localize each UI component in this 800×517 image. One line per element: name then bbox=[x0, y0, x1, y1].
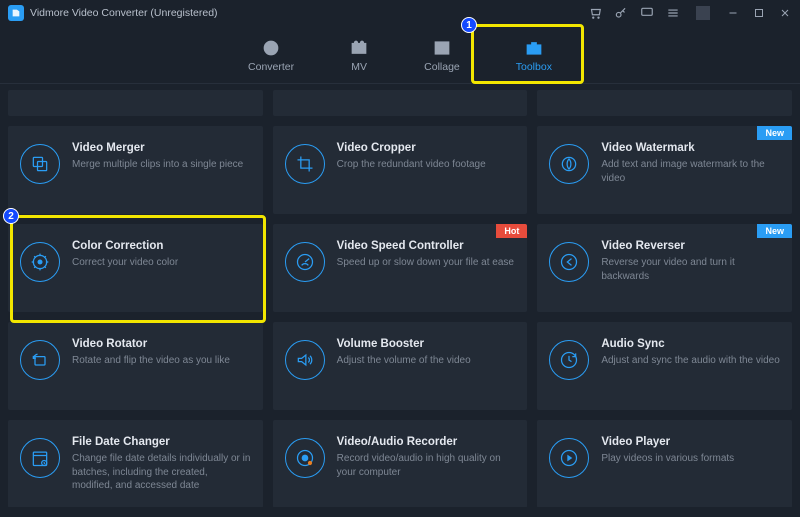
tool-card-player[interactable]: Video Player Play videos in various form… bbox=[537, 420, 792, 507]
tab-label: Toolbox bbox=[516, 61, 552, 73]
tool-card-reverser[interactable]: New Video Reverser Reverse your video an… bbox=[537, 224, 792, 312]
sync-icon bbox=[549, 340, 589, 380]
player-icon bbox=[549, 438, 589, 478]
tool-card-color[interactable]: Color Correction Correct your video colo… bbox=[8, 224, 263, 312]
window-maximize-icon[interactable] bbox=[752, 6, 766, 20]
app-title: Vidmore Video Converter (Unregistered) bbox=[30, 7, 218, 19]
tool-desc: Change file date details individually or… bbox=[72, 452, 251, 493]
tool-card-cropper[interactable]: Video Cropper Crop the redundant video f… bbox=[273, 126, 528, 214]
recorder-icon bbox=[285, 438, 325, 478]
tool-desc: Crop the redundant video footage bbox=[337, 158, 516, 172]
tool-title: Color Correction bbox=[72, 240, 251, 252]
tool-card-volume[interactable]: Volume Booster Adjust the volume of the … bbox=[273, 322, 528, 410]
volume-icon bbox=[285, 340, 325, 380]
tool-title: Video Rotator bbox=[72, 338, 251, 350]
tool-desc: Play videos in various formats bbox=[601, 452, 780, 466]
tool-title: Volume Booster bbox=[337, 338, 516, 350]
merger-icon bbox=[20, 144, 60, 184]
date-icon bbox=[20, 438, 60, 478]
tool-title: Video Reverser bbox=[601, 240, 780, 252]
tool-desc: Adjust and sync the audio with the video bbox=[601, 354, 780, 368]
tool-desc: Reverse your video and turn it backwards bbox=[601, 256, 780, 283]
tool-title: Video Player bbox=[601, 436, 780, 448]
tool-title: Audio Sync bbox=[601, 338, 780, 350]
tool-card-speed[interactable]: Hot Video Speed Controller Speed up or s… bbox=[273, 224, 528, 312]
badge-new: New bbox=[757, 224, 792, 238]
tool-card-recorder[interactable]: Video/Audio Recorder Record video/audio … bbox=[273, 420, 528, 507]
tool-desc: Add text and image watermark to the vide… bbox=[601, 158, 780, 185]
tab-label: MV bbox=[351, 61, 367, 73]
tab-mv[interactable]: MV bbox=[350, 39, 368, 77]
badge-hot: Hot bbox=[496, 224, 527, 238]
divider bbox=[696, 6, 710, 20]
tool-title: Video Merger bbox=[72, 142, 251, 154]
tool-title: Video Speed Controller bbox=[337, 240, 516, 252]
tool-card-merger[interactable]: Video Merger Merge multiple clips into a… bbox=[8, 126, 263, 214]
color-icon bbox=[20, 242, 60, 282]
tool-desc: Speed up or slow down your file at ease bbox=[337, 256, 516, 270]
menu-icon[interactable] bbox=[666, 6, 680, 20]
rotator-icon bbox=[20, 340, 60, 380]
tool-desc: Correct your video color bbox=[72, 256, 251, 270]
tab-label: Converter bbox=[248, 61, 294, 73]
titlebar: Vidmore Video Converter (Unregistered) bbox=[0, 0, 800, 26]
tool-card-partial[interactable] bbox=[537, 90, 792, 116]
key-icon[interactable] bbox=[614, 6, 628, 20]
tab-label: Collage bbox=[424, 61, 460, 73]
tool-title: Video Cropper bbox=[337, 142, 516, 154]
window-close-icon[interactable] bbox=[778, 6, 792, 20]
tool-card-rotator[interactable]: Video Rotator Rotate and flip the video … bbox=[8, 322, 263, 410]
app-logo-icon bbox=[8, 5, 24, 21]
tool-title: Video/Audio Recorder bbox=[337, 436, 516, 448]
tool-card-partial[interactable] bbox=[273, 90, 528, 116]
cart-icon[interactable] bbox=[588, 6, 602, 20]
feedback-icon[interactable] bbox=[640, 6, 654, 20]
speed-icon bbox=[285, 242, 325, 282]
reverser-icon bbox=[549, 242, 589, 282]
tab-toolbox[interactable]: Toolbox bbox=[516, 39, 552, 77]
tool-card-watermark[interactable]: New Video Watermark Add text and image w… bbox=[537, 126, 792, 214]
tab-collage[interactable]: Collage bbox=[424, 39, 460, 77]
tool-card-sync[interactable]: Audio Sync Adjust and sync the audio wit… bbox=[537, 322, 792, 410]
tool-desc: Rotate and flip the video as you like bbox=[72, 354, 251, 368]
tab-converter[interactable]: Converter bbox=[248, 39, 294, 77]
tool-desc: Adjust the volume of the video bbox=[337, 354, 516, 368]
watermark-icon bbox=[549, 144, 589, 184]
tool-desc: Record video/audio in high quality on yo… bbox=[337, 452, 516, 479]
tool-card-date[interactable]: File Date Changer Change file date detai… bbox=[8, 420, 263, 507]
main-tabs: Converter MV Collage Toolbox bbox=[0, 26, 800, 84]
tool-title: File Date Changer bbox=[72, 436, 251, 448]
tool-grid: Video Merger Merge multiple clips into a… bbox=[8, 126, 792, 507]
tool-card-partial[interactable] bbox=[8, 90, 263, 116]
toolbox-content: Video Merger Merge multiple clips into a… bbox=[0, 84, 800, 507]
badge-new: New bbox=[757, 126, 792, 140]
tool-desc: Merge multiple clips into a single piece bbox=[72, 158, 251, 172]
cropper-icon bbox=[285, 144, 325, 184]
window-minimize-icon[interactable] bbox=[726, 6, 740, 20]
tool-title: Video Watermark bbox=[601, 142, 780, 154]
